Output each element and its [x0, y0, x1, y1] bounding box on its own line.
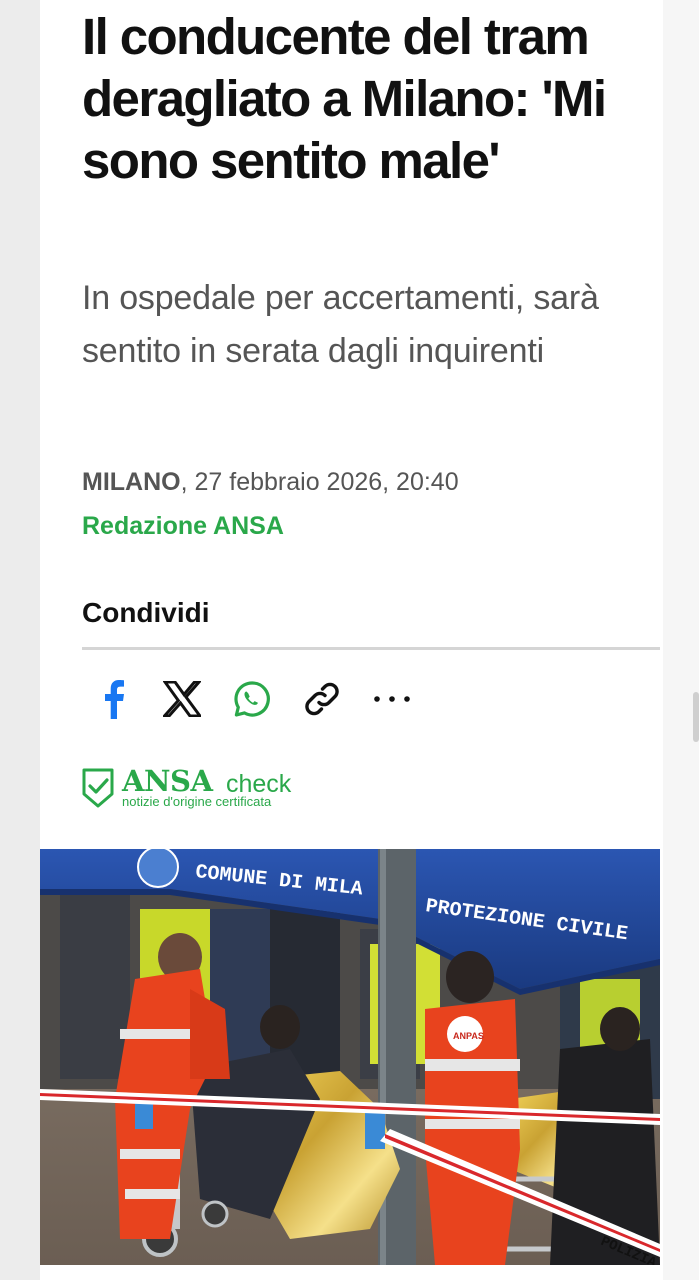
- divider: [82, 647, 660, 650]
- share-facebook-button[interactable]: [86, 672, 140, 726]
- more-icon: [374, 696, 410, 702]
- shield-check-icon: [82, 768, 114, 808]
- article-photo[interactable]: COMUNE DI MILA PROTEZIONE CIVILE ANPAS P…: [40, 849, 660, 1265]
- scrollbar[interactable]: [693, 692, 699, 742]
- x-icon: [163, 681, 201, 717]
- ansa-check-badge[interactable]: ANSA check notizie d'origine certificata: [82, 764, 342, 814]
- article-meta: MILANO, 27 febbraio 2026, 20:40: [82, 466, 459, 498]
- right-margin: [663, 0, 699, 1280]
- share-bar: [82, 672, 482, 726]
- dateline-date: , 27 febbraio 2026, 20:40: [180, 468, 459, 496]
- share-copy-link-button[interactable]: [295, 672, 349, 726]
- facebook-icon: [105, 680, 124, 719]
- share-label: Condividi: [82, 597, 210, 628]
- badge-text: ANPAS: [453, 1031, 484, 1041]
- ansa-check-brand: ANSA: [122, 764, 213, 798]
- bottom-spacer: [40, 1265, 660, 1280]
- dateline-place: MILANO: [82, 468, 181, 496]
- article-headline: Il conducente del tram deragliato a Mila…: [82, 8, 607, 189]
- link-icon: [305, 682, 339, 716]
- share-whatsapp-button[interactable]: [225, 672, 279, 726]
- article-subtitle: In ospedale per accertamenti, sarà senti…: [82, 279, 599, 370]
- whatsapp-icon: [234, 681, 270, 717]
- ansa-check-tagline: notizie d'origine certificata: [122, 794, 272, 809]
- author-link[interactable]: Redazione ANSA: [82, 510, 284, 542]
- share-x-button[interactable]: [155, 672, 209, 726]
- share-more-button[interactable]: [365, 672, 419, 726]
- left-margin: [0, 0, 40, 1280]
- rescue-scene-image: COMUNE DI MILA PROTEZIONE CIVILE ANPAS P…: [40, 849, 660, 1265]
